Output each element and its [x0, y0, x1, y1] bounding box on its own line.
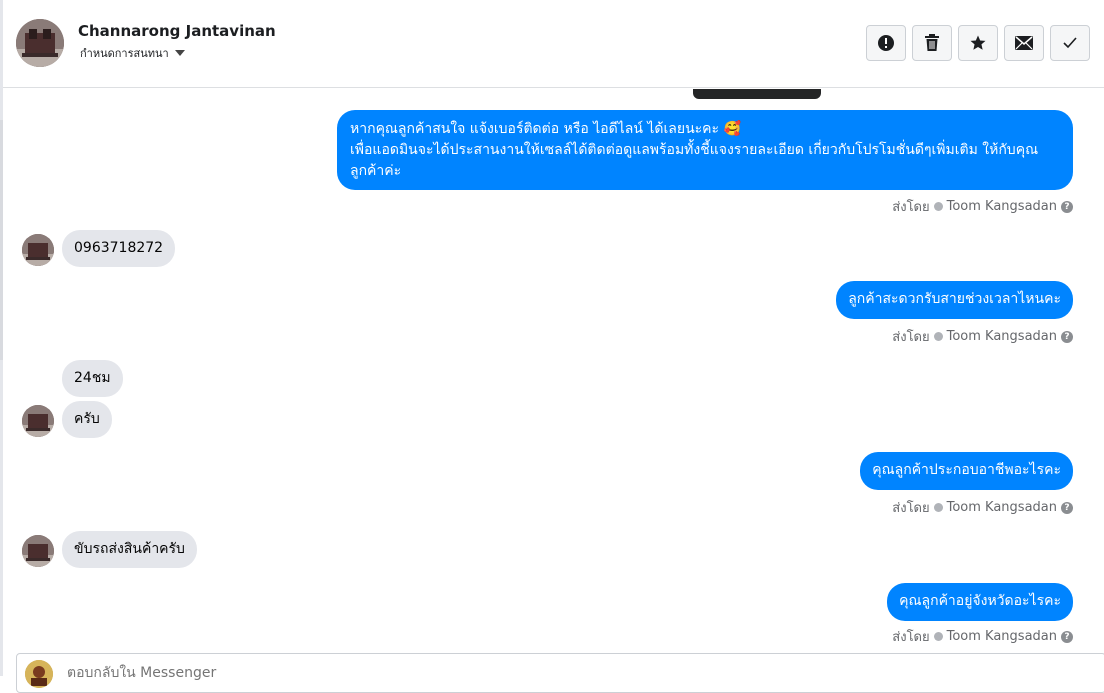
star-button[interactable] — [958, 25, 998, 61]
help-icon[interactable]: ? — [1061, 330, 1073, 343]
sent-by-agent[interactable]: Toom Kangsadan — [947, 629, 1057, 644]
caret-down-icon — [174, 50, 185, 56]
checkmark-icon — [1063, 37, 1077, 49]
sent-by-label: ส่งโดย Toom Kangsadan ? — [892, 326, 1073, 347]
report-button[interactable] — [866, 25, 906, 61]
trash-icon — [925, 34, 939, 51]
header-toolbar — [866, 25, 1090, 61]
help-icon[interactable]: ? — [1061, 630, 1073, 643]
tooltip — [693, 89, 821, 99]
sent-by-prefix: ส่งโดย — [892, 501, 930, 516]
outgoing-message[interactable]: คุณลูกค้าอยู่จังหวัดอะไรคะ — [887, 583, 1073, 621]
reply-composer — [16, 653, 1104, 693]
contact-avatar[interactable] — [16, 19, 64, 67]
contact-avatar-small[interactable] — [22, 234, 54, 266]
message-thread: หากคุณลูกค้าสนใจ แจ้งเบอร์ติดต่อ หรือ ไอ… — [3, 89, 1104, 652]
incoming-message[interactable]: 24ชม — [62, 360, 123, 397]
delete-button[interactable] — [912, 25, 952, 61]
help-icon[interactable]: ? — [1061, 501, 1073, 514]
contact-name[interactable]: Channarong Jantavinan — [78, 22, 276, 40]
incoming-message[interactable]: 0963718272 — [62, 230, 176, 267]
contact-avatar-small[interactable] — [22, 405, 54, 437]
agent-status-dot-icon — [933, 503, 943, 512]
exclamation-circle-icon — [878, 35, 894, 51]
outgoing-message[interactable]: หากคุณลูกค้าสนใจ แจ้งเบอร์ติดต่อ หรือ ไอ… — [337, 110, 1073, 190]
conversation-header: Channarong Jantavinan กำหนดการสนทนา — [3, 0, 1104, 88]
envelope-icon — [1015, 36, 1033, 50]
sent-by-prefix: ส่งโดย — [892, 200, 930, 215]
incoming-message[interactable]: ครับ — [62, 401, 112, 438]
mark-unread-button[interactable] — [1004, 25, 1044, 61]
incoming-message[interactable]: ขับรถส่งสินค้าครับ — [62, 531, 197, 568]
sent-by-label: ส่งโดย Toom Kangsadan ? — [892, 497, 1073, 518]
outgoing-message[interactable]: ลูกค้าสะดวกรับสายช่วงเวลาไหนคะ — [836, 281, 1073, 319]
page-avatar — [25, 660, 53, 688]
agent-status-dot-icon — [933, 632, 943, 641]
agent-status-dot-icon — [933, 332, 943, 341]
mark-done-button[interactable] — [1050, 25, 1090, 61]
sent-by-label: ส่งโดย Toom Kangsadan ? — [892, 196, 1073, 217]
contact-avatar-small[interactable] — [22, 535, 54, 567]
sent-by-agent[interactable]: Toom Kangsadan — [947, 329, 1057, 344]
sent-by-prefix: ส่งโดย — [892, 630, 930, 645]
outgoing-message[interactable]: คุณลูกค้าประกอบอาชีพอะไรคะ — [860, 452, 1073, 490]
sent-by-agent[interactable]: Toom Kangsadan — [947, 199, 1057, 214]
star-icon — [970, 35, 986, 50]
reply-input[interactable] — [65, 664, 669, 682]
conversation-status-dropdown[interactable]: กำหนดการสนทนา — [80, 44, 185, 62]
sent-by-label: ส่งโดย Toom Kangsadan ? — [892, 626, 1073, 647]
conversation-status-label: กำหนดการสนทนา — [80, 47, 169, 60]
sent-by-agent[interactable]: Toom Kangsadan — [947, 500, 1057, 515]
sent-by-prefix: ส่งโดย — [892, 330, 930, 345]
agent-status-dot-icon — [933, 202, 943, 211]
help-icon[interactable]: ? — [1061, 200, 1073, 213]
